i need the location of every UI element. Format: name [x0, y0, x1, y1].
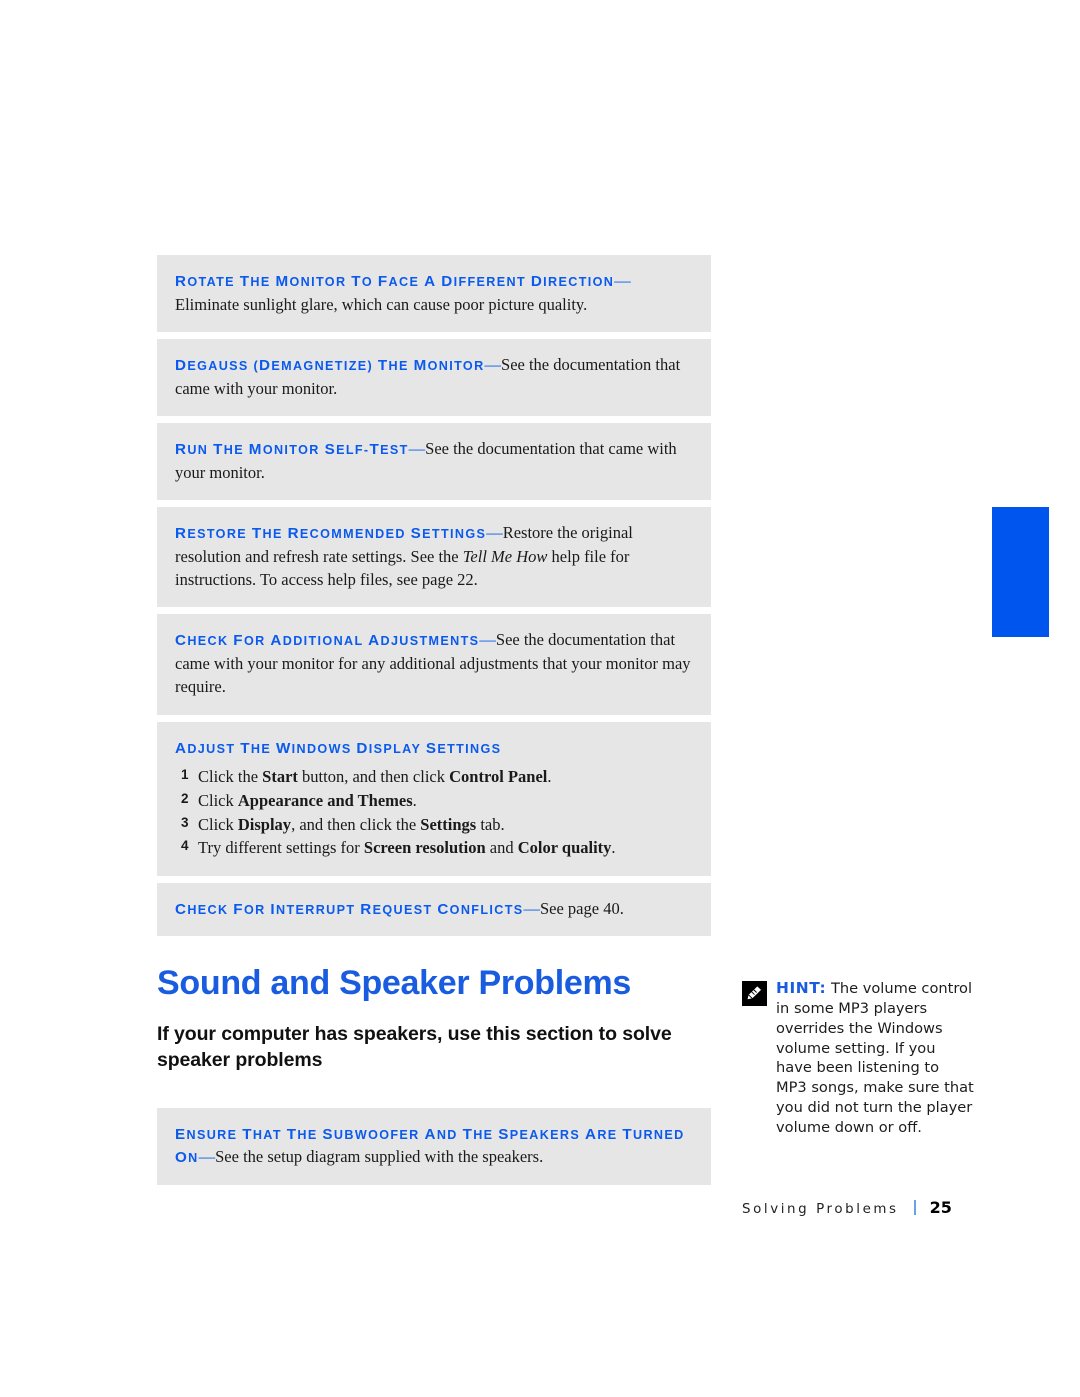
tip-paragraph: RESTORE THE RECOMMENDED SETTINGS—Restore…	[175, 521, 693, 591]
tip-dash: —	[198, 1147, 216, 1167]
hint-callout: HINT: The volume control in some MP3 pla…	[742, 978, 974, 1138]
tip-dash: —	[486, 523, 503, 542]
procedure-step: 4 Try different settings for Screen resol…	[175, 836, 693, 860]
tip-paragraph: CHECK FOR INTERRUPT REQUEST CONFLICTS—Se…	[175, 897, 693, 921]
footer-chapter-name: Solving Problems	[742, 1202, 899, 1217]
tip-box-monitor-self-test: RUN THE MONITOR SELF-TEST—See the docume…	[157, 423, 711, 500]
step-number: 1	[181, 767, 189, 783]
step-text: .	[611, 838, 616, 858]
step-text: Click	[198, 791, 238, 811]
tip-body: See page 40.	[539, 898, 624, 918]
footer-divider	[913, 1200, 916, 1215]
tip-paragraph: RUN THE MONITOR SELF-TEST—See the docume…	[175, 437, 693, 484]
tip-runin-heading: RESTORE THE RECOMMENDED SETTINGS	[175, 525, 487, 542]
step-emphasis: Display	[237, 814, 292, 834]
step-number: 4	[181, 838, 189, 854]
step-text: Click the	[198, 767, 263, 787]
tip-dash: —	[614, 271, 631, 290]
tip-runin-heading: DEGAUSS (DEMAGNETIZE) THE MONITOR	[175, 357, 485, 374]
tip-body: See the setup diagram supplied with the …	[215, 1147, 544, 1167]
step-text: Try different settings for	[198, 838, 364, 858]
tip-runin-heading: CHECK FOR ADDITIONAL ADJUSTMENTS	[175, 632, 480, 650]
tip-runin-heading: RUN THE MONITOR SELF-TEST	[175, 441, 409, 458]
tip-box-rotate-monitor: ROTATE THE MONITOR TO FACE A DIFFERENT D…	[157, 255, 711, 332]
tip-dash: —	[523, 898, 540, 918]
tip-paragraph: ADJUST THE WINDOWS DISPLAY SETTINGS	[175, 736, 693, 760]
tip-box-additional-adjustments: CHECK FOR ADDITIONAL ADJUSTMENTS—See the…	[157, 614, 711, 715]
step-number: 2	[181, 791, 189, 807]
tip-dash: —	[484, 355, 502, 374]
procedure-step: 1 Click the Start button, and then click …	[175, 765, 693, 789]
hint-text: The volume control in some MP3 players o…	[776, 980, 974, 1136]
tip-paragraph: ENSURE THAT THE SUBWOOFER AND THE SPEAKE…	[175, 1122, 693, 1169]
step-number: 3	[181, 814, 189, 830]
page-footer: Solving Problems 25	[742, 1198, 982, 1217]
procedure-step: 2 Click Appearance and Themes.	[175, 789, 693, 813]
footer-page-number: 25	[929, 1198, 952, 1217]
step-emphasis: Settings	[420, 814, 477, 834]
tip-box-degauss-monitor: DEGAUSS (DEMAGNETIZE) THE MONITOR—See th…	[157, 339, 711, 416]
tip-body-italic: Tell Me How	[462, 546, 548, 566]
step-emphasis: Start	[262, 767, 298, 787]
tip-dash: —	[479, 630, 496, 650]
section-subtitle: If your computer has speakers, use this …	[157, 1022, 672, 1071]
step-text: , and then click the	[291, 814, 421, 834]
hint-body: HINT: The volume control in some MP3 pla…	[776, 978, 974, 1138]
step-emphasis: Appearance and Themes	[237, 791, 413, 811]
procedure-step-list: 1 Click the Start button, and then click …	[175, 765, 693, 859]
tip-dash: —	[408, 439, 426, 458]
step-text: and	[485, 838, 518, 858]
hint-label: HINT:	[776, 979, 827, 997]
tip-box-interrupt-request-conflicts: CHECK FOR INTERRUPT REQUEST CONFLICTS—Se…	[157, 882, 711, 937]
step-text: tab.	[476, 814, 505, 834]
tip-runin-heading: ROTATE THE MONITOR TO FACE A DIFFERENT D…	[175, 273, 615, 290]
procedure-step: 3 Click Display, and then click the Setti…	[175, 813, 693, 837]
step-text: .	[412, 791, 417, 811]
tip-paragraph: DEGAUSS (DEMAGNETIZE) THE MONITOR—See th…	[175, 353, 693, 400]
tip-box-adjust-windows-display-settings: ADJUST THE WINDOWS DISPLAY SETTINGS 1 Cli…	[157, 721, 711, 876]
tip-runin-heading: CHECK FOR INTERRUPT REQUEST CONFLICTS	[175, 900, 524, 918]
tip-runin-heading: ADJUST THE WINDOWS DISPLAY SETTINGS	[175, 739, 502, 757]
step-emphasis: Screen resolution	[363, 838, 486, 858]
step-emphasis: Control Panel	[449, 767, 548, 787]
tip-box-restore-recommended-settings: RESTORE THE RECOMMENDED SETTINGS—Restore…	[157, 507, 711, 608]
step-text: Click	[198, 814, 238, 834]
main-content-column: ROTATE THE MONITOR TO FACE A DIFFERENT D…	[157, 255, 711, 1192]
tip-box-subwoofer-speakers-turned-on: ENSURE THAT THE SUBWOOFER AND THE SPEAKE…	[157, 1107, 711, 1185]
pencil-note-icon	[742, 981, 767, 1006]
step-text: .	[547, 767, 552, 787]
section-title: Sound and Speaker Problems	[157, 964, 631, 1003]
step-emphasis: Color quality	[517, 838, 612, 858]
tip-paragraph: ROTATE THE MONITOR TO FACE A DIFFERENT D…	[175, 269, 693, 316]
step-text: button, and then click	[297, 767, 450, 787]
tip-body: Eliminate sunlight glare, which can caus…	[175, 294, 588, 314]
tip-paragraph: CHECK FOR ADDITIONAL ADJUSTMENTS—See the…	[175, 628, 693, 698]
chapter-edge-tab	[992, 507, 1049, 637]
